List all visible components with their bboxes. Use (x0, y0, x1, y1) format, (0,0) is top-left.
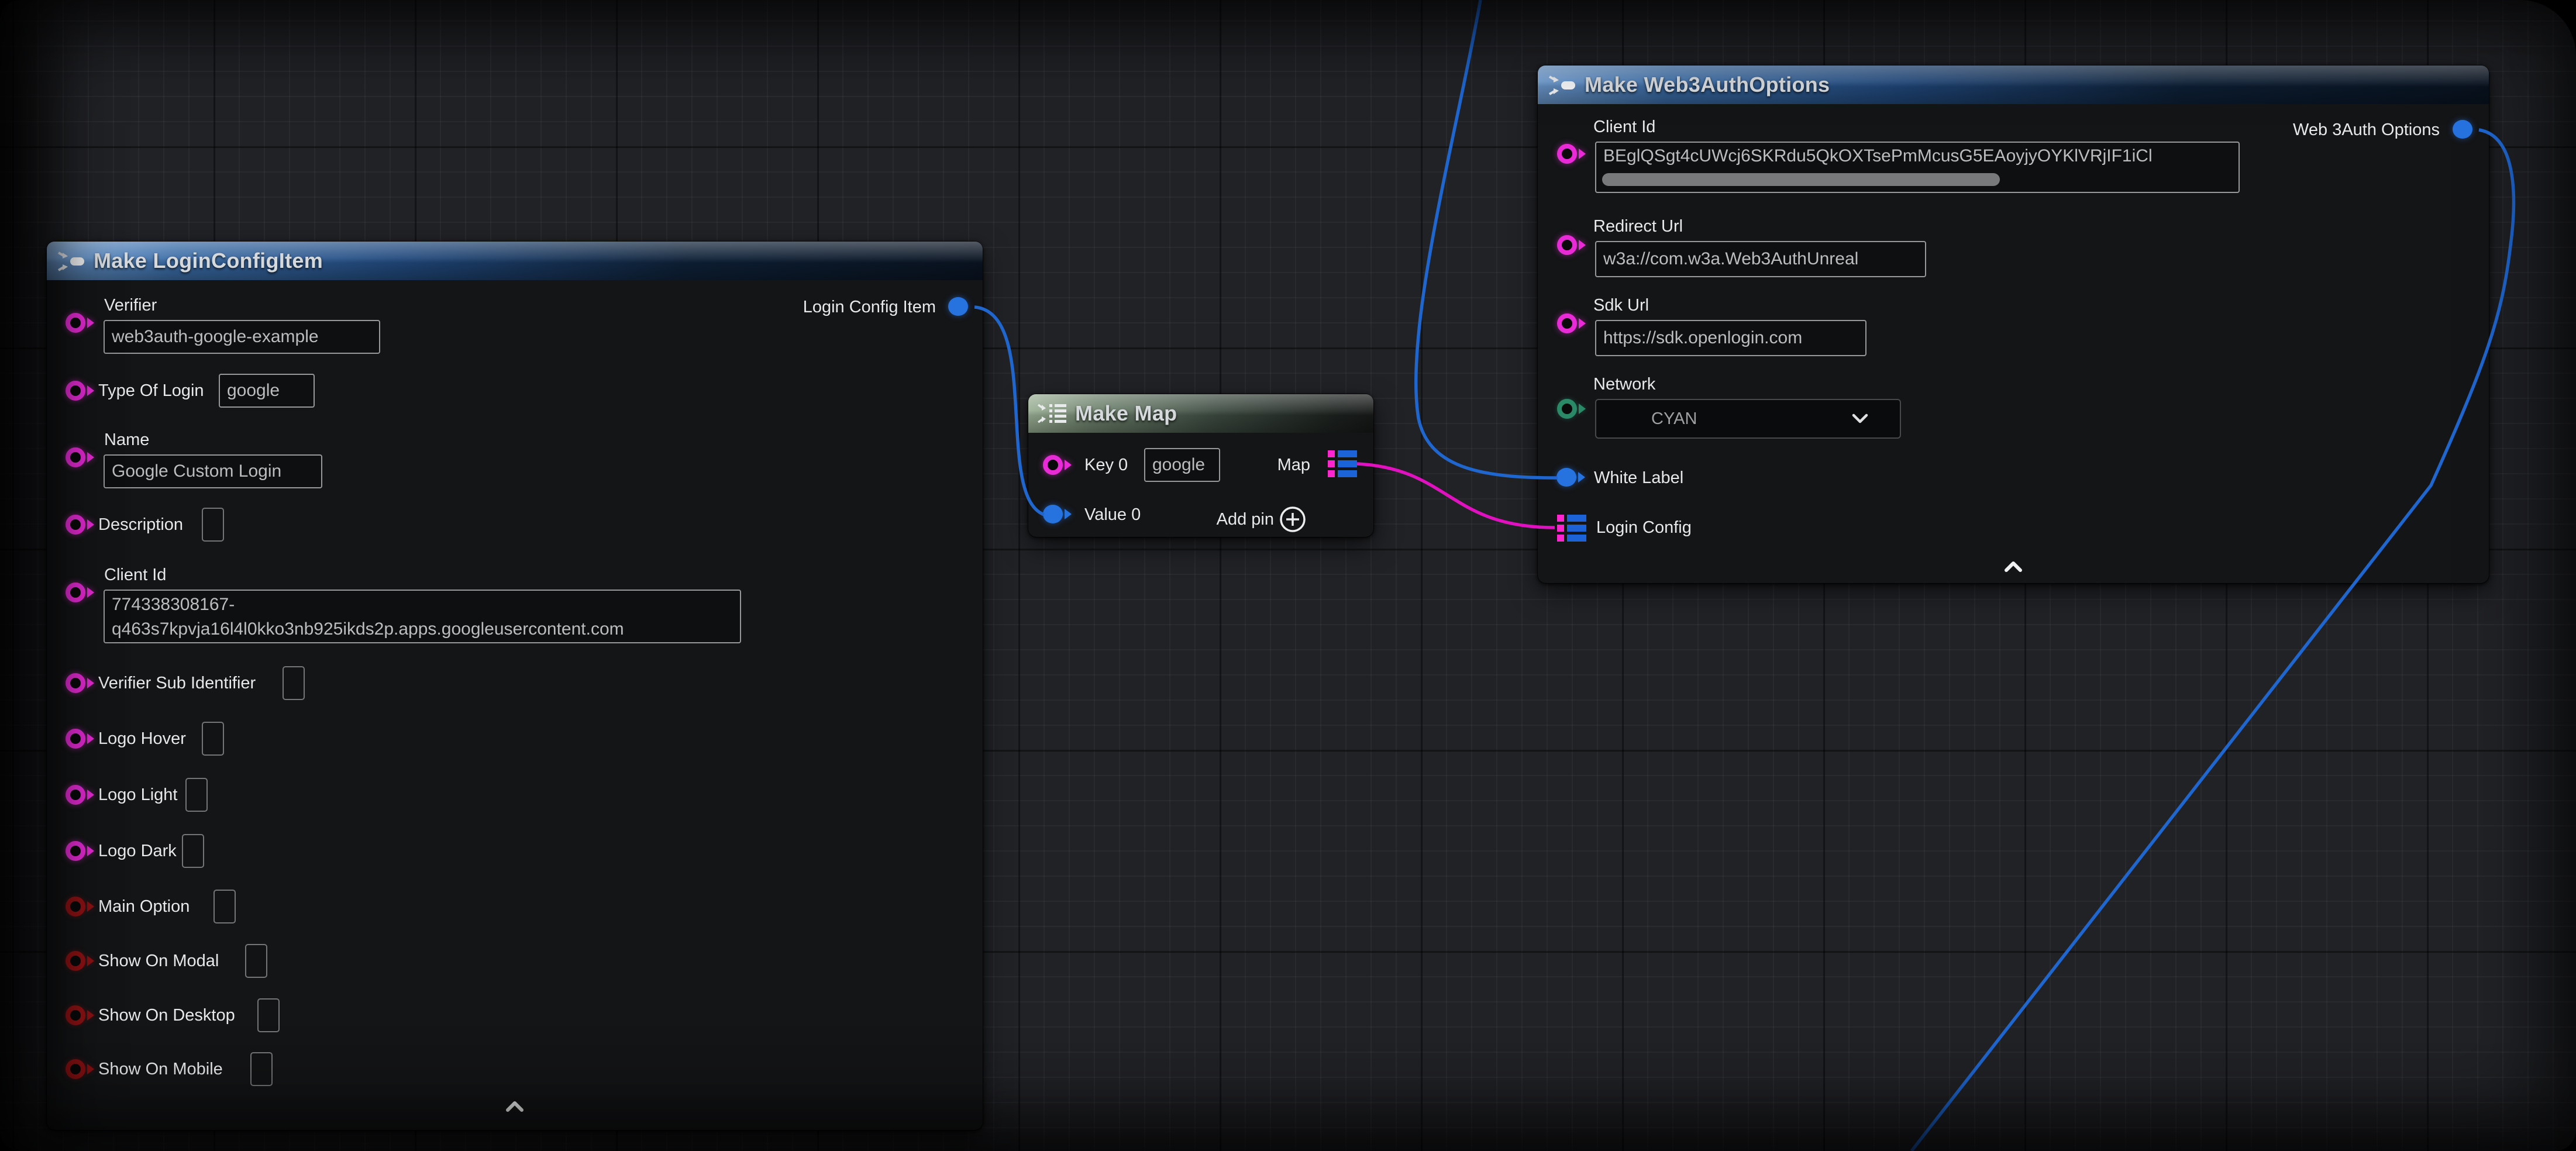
field-label-network: Network (1593, 374, 1655, 394)
logo-dark-input[interactable] (182, 834, 204, 868)
output-pin-label: Login Config Item (803, 297, 936, 317)
input-pin-show-on-modal[interactable] (66, 951, 94, 971)
make-struct-icon (1548, 75, 1576, 96)
verifier-sub-identifier-input[interactable] (283, 666, 305, 700)
client-id-text: BEglQSgt4cUWcj6SKRdu5QkOXTsePmMcusG5EAoy… (1603, 143, 2231, 168)
chevron-down-icon (1851, 413, 1869, 425)
show-on-desktop-checkbox[interactable] (257, 998, 280, 1032)
node-title: Make LoginConfigItem (94, 242, 323, 280)
field-label-verifier: Verifier (104, 295, 157, 315)
logo-light-input[interactable] (185, 778, 208, 812)
output-pin-map[interactable] (1328, 450, 1357, 477)
field-label-show-on-modal: Show On Modal (98, 951, 219, 971)
field-label-redirect-url: Redirect Url (1593, 216, 1683, 236)
field-label-client-id: Client Id (104, 565, 166, 585)
field-label-logo-hover: Logo Hover (98, 729, 186, 749)
input-pin-type-of-login[interactable] (66, 381, 94, 401)
input-pin-show-on-desktop[interactable] (66, 1005, 94, 1025)
redirect-url-input[interactable]: w3a://com.w3a.Web3AuthUnreal (1595, 241, 1926, 277)
field-label-login-config: Login Config (1596, 518, 1692, 537)
input-pin-logo-hover[interactable] (66, 729, 94, 749)
input-pin-show-on-mobile[interactable] (66, 1059, 94, 1079)
node-header[interactable]: Make LoginConfigItem (47, 242, 983, 280)
key0-input[interactable]: google (1144, 448, 1220, 482)
sdk-url-input[interactable]: https://sdk.openlogin.com (1595, 320, 1866, 356)
node-make-web3authoptions[interactable]: Make Web3AuthOptions Web 3Auth Options C… (1538, 66, 2489, 583)
node-header[interactable]: Make Web3AuthOptions (1538, 66, 2489, 104)
blueprint-canvas[interactable]: Make LoginConfigItem Login Config Item V… (0, 0, 2576, 1151)
field-label-main-option: Main Option (98, 897, 190, 916)
input-pin-main-option[interactable] (66, 897, 94, 916)
input-pin-description[interactable] (66, 515, 94, 535)
network-dropdown[interactable]: CYAN (1595, 399, 1901, 439)
field-label-logo-dark: Logo Dark (98, 841, 177, 861)
node-make-map[interactable]: Make Map Key 0 google Map Value 0 Add pi… (1028, 394, 1373, 537)
show-on-mobile-checkbox[interactable] (250, 1052, 273, 1086)
wire-offscreen-to-white-label[interactable] (1416, 0, 1558, 478)
field-label-logo-light: Logo Light (98, 785, 177, 805)
input-pin-white-label[interactable] (1556, 468, 1585, 487)
input-pin-verifier[interactable] (66, 313, 94, 333)
add-pin-plus-circle-icon[interactable] (1279, 505, 1307, 533)
description-input[interactable] (202, 508, 224, 542)
field-label-white-label: White Label (1594, 468, 1683, 488)
field-label-client-id: Client Id (1593, 117, 1655, 137)
show-on-modal-checkbox[interactable] (245, 944, 267, 978)
field-label-show-on-mobile: Show On Mobile (98, 1059, 223, 1079)
output-pin-label: Map (1277, 455, 1310, 475)
name-input[interactable]: Google Custom Login (104, 454, 322, 488)
input-pin-verifier-sub-identifier[interactable] (66, 673, 94, 693)
field-label-value0: Value 0 (1084, 505, 1141, 525)
field-label-sdk-url: Sdk Url (1593, 295, 1649, 315)
verifier-input[interactable]: web3auth-google-example (104, 320, 380, 354)
field-label-name: Name (104, 430, 149, 450)
input-pin-network[interactable] (1557, 399, 1586, 419)
input-pin-key0[interactable] (1043, 455, 1072, 475)
wire-map-to-login-config[interactable] (1357, 464, 1555, 528)
field-label-description: Description (98, 515, 183, 535)
logo-hover-input[interactable] (202, 722, 224, 756)
field-label-key0: Key 0 (1084, 455, 1128, 475)
input-pin-logo-light[interactable] (66, 785, 94, 805)
node-header[interactable]: Make Map (1028, 394, 1373, 433)
node-make-loginconfigitem[interactable]: Make LoginConfigItem Login Config Item V… (47, 242, 983, 1130)
input-pin-sdk-url[interactable] (1557, 313, 1586, 333)
main-option-checkbox[interactable] (213, 890, 236, 923)
field-label-type-of-login: Type Of Login (98, 381, 204, 401)
input-pin-client-id[interactable] (66, 583, 94, 602)
input-pin-client-id[interactable] (1557, 144, 1586, 164)
client-id-input[interactable]: BEglQSgt4cUWcj6SKRdu5QkOXTsePmMcusG5EAoy… (1595, 142, 2240, 193)
type-of-login-input[interactable]: google (219, 374, 315, 408)
collapse-chevron-up-icon[interactable] (504, 1100, 525, 1113)
client-id-scrollbar[interactable] (1602, 173, 2000, 186)
output-pin-login-config-item[interactable] (948, 297, 968, 316)
field-label-show-on-desktop: Show On Desktop (98, 1005, 235, 1025)
make-struct-icon (57, 251, 85, 272)
input-pin-redirect-url[interactable] (1557, 235, 1586, 255)
add-pin-label: Add pin (1217, 509, 1274, 529)
node-title: Make Map (1075, 394, 1177, 433)
input-pin-value0[interactable] (1043, 505, 1072, 523)
client-id-input[interactable]: 774338308167-q463s7kpvja16l4l0kko3nb925i… (104, 590, 741, 643)
input-pin-login-config[interactable] (1557, 515, 1586, 542)
node-title: Make Web3AuthOptions (1585, 66, 1830, 104)
make-map-icon (1038, 403, 1068, 424)
output-pin-label: Web 3Auth Options (2293, 120, 2440, 140)
collapse-chevron-up-icon[interactable] (2003, 560, 2024, 573)
input-pin-name[interactable] (66, 447, 94, 467)
output-pin-web3auth-options[interactable] (2453, 120, 2472, 139)
network-selected-value: CYAN (1651, 400, 1697, 437)
input-pin-logo-dark[interactable] (66, 841, 94, 861)
field-label-verifier-sub-identifier: Verifier Sub Identifier (98, 673, 256, 693)
